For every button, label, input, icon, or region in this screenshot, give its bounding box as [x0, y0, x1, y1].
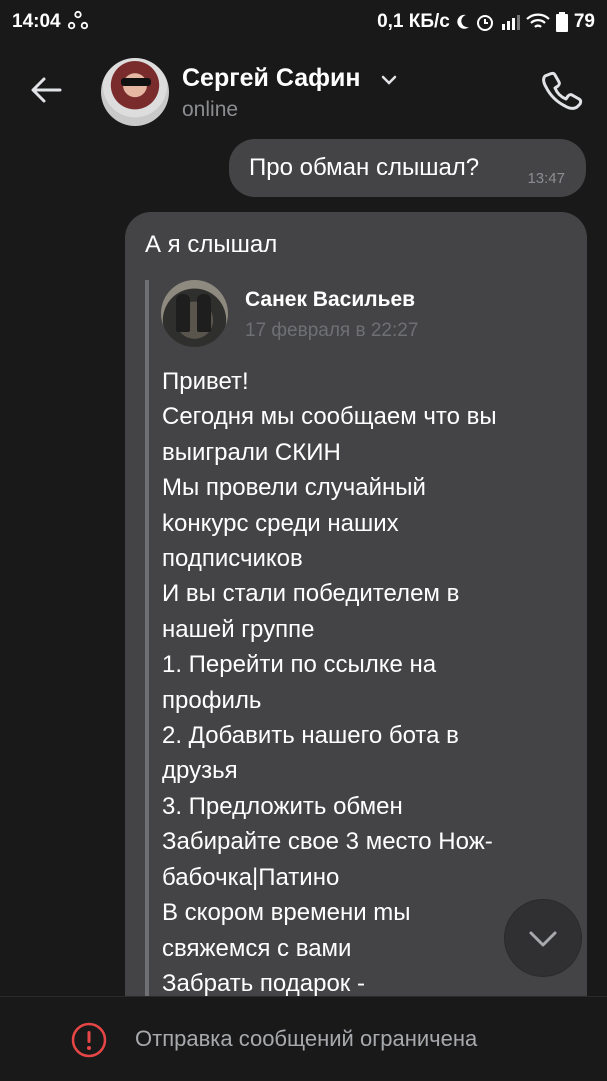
battery-icon	[555, 12, 568, 32]
forwarded-line: И вы стали победителем в	[162, 580, 460, 608]
sync-icon	[67, 10, 89, 30]
status-right: 0,1 КБ/с 79	[377, 11, 595, 33]
forwarded-line: 1. Перейти по ссылке на	[162, 651, 437, 679]
scroll-down-button[interactable]	[505, 900, 581, 976]
status-bar: 14:04 0,1 КБ/с 79	[0, 0, 607, 44]
forwarded-line: бабочка|Патино	[162, 863, 340, 891]
restriction-text: Отправка сообщений ограничена	[135, 1026, 478, 1051]
chevron-down-icon	[529, 931, 557, 947]
forwarded-line: подписчиков	[162, 545, 303, 573]
forwarded-line: выиграли СКИН	[162, 438, 341, 466]
forwarded-line: нашей группе	[162, 615, 315, 643]
forwarded-author-name[interactable]: Санек Васильев	[245, 288, 415, 312]
forwarded-line: профиль	[162, 686, 262, 714]
forwarded-line: друзья	[162, 757, 238, 785]
signal-icon	[501, 15, 520, 30]
wifi-icon	[526, 13, 550, 28]
network-speed: 0,1 КБ/с	[377, 11, 450, 32]
forwarded-date: 17 февраля в 22:27	[245, 320, 419, 341]
forwarded-line: Сегодня мы сообщаем что вы	[162, 403, 497, 431]
message-restriction-bar: Отправка сообщений ограничена	[0, 996, 607, 1081]
alarm-icon	[476, 15, 493, 31]
contact-name[interactable]: Сергей Сафин	[182, 64, 360, 93]
forwarded-line: 2. Добавить нашего бота в	[162, 722, 459, 750]
message-text: Про обман слышал?	[249, 154, 480, 181]
back-arrow-icon[interactable]	[26, 70, 66, 110]
phone-call-icon[interactable]	[540, 68, 584, 112]
chevron-down-icon[interactable]	[380, 74, 398, 86]
forwarded-author-avatar[interactable]	[161, 280, 228, 347]
message-text: А я слышал	[145, 231, 278, 258]
battery-level: 79	[573, 11, 595, 32]
contact-avatar[interactable]	[101, 58, 169, 126]
status-time: 14:04	[12, 11, 61, 32]
moon-icon	[457, 14, 469, 29]
chat-header: Сергей Сафин online	[0, 44, 607, 136]
forwarded-line: Мы провели случайный	[162, 474, 426, 502]
forwarded-line: Забирайте свое 3 место Нож-	[162, 828, 493, 856]
outgoing-message[interactable]: Про обман слышал? 13:47	[229, 139, 586, 197]
forwarded-line: kонкурс среди наших	[162, 509, 399, 537]
message-time: 13:47	[527, 170, 565, 187]
forward-quote-bar	[145, 280, 149, 1012]
contact-status: online	[182, 98, 239, 121]
forwarded-line: Привет!	[162, 368, 249, 395]
warning-icon	[71, 1022, 107, 1058]
incoming-message[interactable]: А я слышал Санек Васильев 17 февраля в 2…	[125, 212, 587, 1012]
forwarded-line: 3. Предложить обмен	[162, 792, 403, 820]
